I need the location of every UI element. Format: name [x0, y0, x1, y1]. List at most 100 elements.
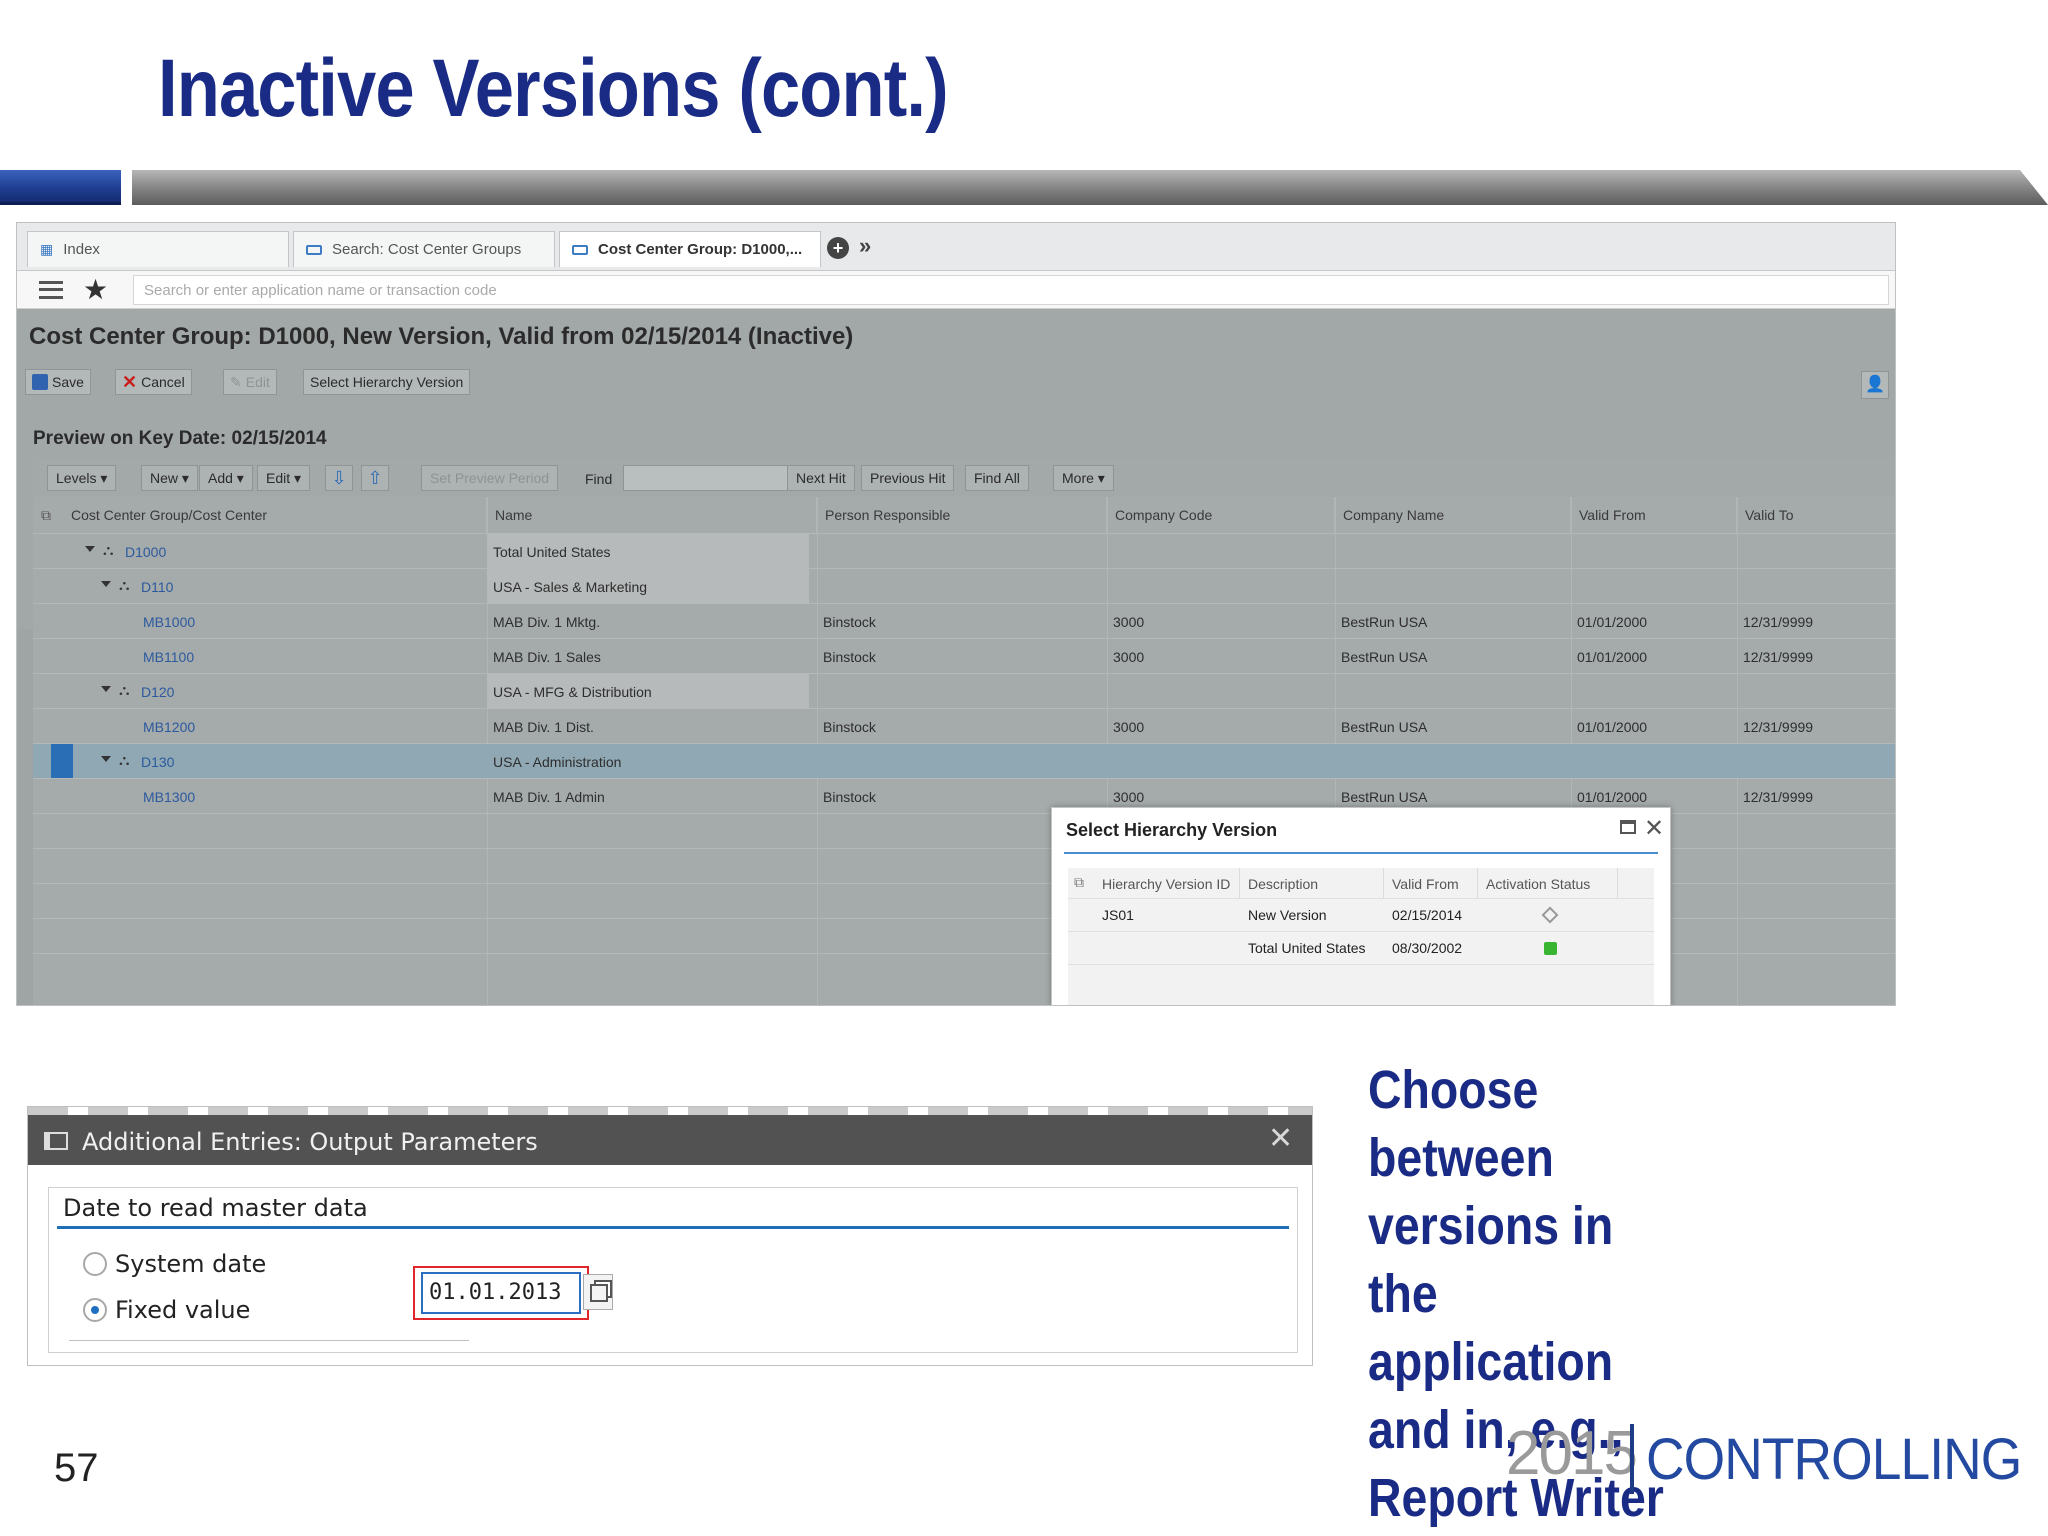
command-field[interactable]: Search or enter application name or tran… — [133, 275, 1889, 305]
add-tab-icon[interactable]: + — [827, 237, 849, 259]
system-date-radio[interactable] — [83, 1252, 107, 1276]
add-button[interactable]: Add ▾ — [199, 465, 253, 491]
collapse-icon[interactable] — [101, 581, 111, 587]
move-up-icon[interactable]: ⇧ — [361, 465, 389, 491]
person-icon[interactable]: 👤 — [1861, 371, 1889, 399]
cell-id[interactable]: MB1200 — [143, 709, 195, 744]
column-header[interactable]: Valid To — [1737, 497, 1895, 533]
set-preview-period-button[interactable]: Set Preview Period — [421, 465, 559, 491]
select-hierarchy-version-dialog: Select Hierarchy Version ✕ ⧉ Hierarchy V… — [1051, 807, 1671, 1005]
tab-search-cost-center-groups[interactable]: Search: Cost Center Groups — [293, 231, 555, 267]
edit-button[interactable]: ✎ Edit — [223, 369, 277, 395]
column-header[interactable]: Person Responsible — [817, 497, 1107, 533]
fixed-date-input[interactable]: 01.01.2013 — [421, 1272, 581, 1314]
column-header[interactable]: Company Name — [1335, 497, 1571, 533]
app-icon — [306, 244, 322, 255]
column-header[interactable]: Valid From — [1384, 868, 1478, 898]
cell-company-name: BestRun USA — [1341, 614, 1428, 630]
close-icon[interactable]: ✕ — [1268, 1121, 1293, 1156]
collapse-icon[interactable] — [85, 546, 95, 552]
cell-person: Binstock — [823, 789, 876, 805]
output-parameters-dialog: Additional Entries: Output Parameters ✕ … — [27, 1106, 1313, 1366]
table-row[interactable]: ⛬ D110 USA - Sales & Marketing — [33, 568, 1895, 604]
column-header[interactable]: Company Code — [1107, 497, 1335, 533]
column-header[interactable]: Hierarchy Version ID — [1094, 868, 1240, 898]
find-all-button[interactable]: Find All — [965, 465, 1029, 491]
active-status-icon — [1544, 942, 1557, 955]
row-selection-marker[interactable] — [51, 744, 73, 779]
cell-id[interactable]: D1000 — [125, 534, 166, 569]
column-header[interactable]: Valid From — [1571, 497, 1737, 533]
cell-company-code: 3000 — [1113, 649, 1145, 665]
table-row[interactable]: ⛬ D1000 Total United States — [33, 533, 1895, 569]
move-down-icon[interactable]: ⇩ — [325, 465, 353, 491]
dialog-title: Additional Entries: Output Parameters — [82, 1128, 538, 1156]
separator — [69, 1340, 469, 1341]
tab-index[interactable]: ▦ Index — [27, 231, 289, 267]
fixed-value-label: Fixed value — [115, 1296, 251, 1324]
cell-id[interactable]: D120 — [141, 674, 174, 709]
fiori-app-screenshot: ▦ Index Search: Cost Center Groups Cost … — [16, 222, 1896, 1006]
save-label: Save — [52, 374, 84, 390]
cell-id[interactable]: MB1300 — [143, 779, 195, 814]
collapse-icon[interactable] — [101, 756, 111, 762]
fixed-value-radio[interactable] — [83, 1298, 107, 1322]
table-row[interactable]: ⛬ D120 USA - MFG & Distribution — [33, 673, 1895, 709]
favorites-star-icon[interactable]: ★ — [83, 273, 108, 306]
cell-valid-from: 02/15/2014 — [1392, 907, 1463, 923]
dialog-titlebar: Additional Entries: Output Parameters ✕ — [28, 1115, 1312, 1165]
grid-toolbar: Levels ▾ New ▾ Add ▾ Edit ▾ ⇩ ⇧ Set Prev… — [33, 459, 1895, 497]
add-label: Add — [208, 470, 233, 486]
column-header[interactable]: Name — [487, 497, 817, 533]
table-row[interactable]: MB1100 MAB Div. 1 Sales Binstock 3000 Be… — [33, 638, 1895, 674]
cell-id[interactable]: MB1000 — [143, 604, 195, 639]
save-icon — [32, 374, 48, 390]
levels-button[interactable]: Levels ▾ — [47, 465, 117, 491]
cell-name: MAB Div. 1 Mktg. — [493, 614, 601, 630]
table-row[interactable]: MB1000 MAB Div. 1 Mktg. Binstock 3000 Be… — [33, 603, 1895, 639]
cell-description: New Version — [1248, 907, 1327, 923]
next-hit-button[interactable]: Next Hit — [787, 465, 855, 491]
empty-row — [1068, 964, 1654, 997]
save-button[interactable]: Save — [25, 369, 91, 395]
table-row[interactable]: MB1200 MAB Div. 1 Dist. Binstock 3000 Be… — [33, 708, 1895, 744]
select-all-icon[interactable]: ⧉ — [41, 507, 51, 524]
select-version-label: Select Hierarchy Version — [310, 374, 464, 390]
dialog-title-underline — [1064, 852, 1658, 854]
page-number: 57 — [54, 1446, 99, 1490]
menu-icon[interactable] — [39, 281, 63, 299]
cell-name: USA - Sales & Marketing — [487, 569, 809, 604]
table-row-selected[interactable]: ⛬ D130 USA - Administration — [33, 743, 1895, 779]
new-button[interactable]: New ▾ — [141, 465, 198, 491]
cancel-button[interactable]: ✕ Cancel — [115, 369, 192, 395]
table-row[interactable]: Total United States 08/30/2002 — [1068, 931, 1654, 964]
cell-valid-to: 12/31/9999 — [1743, 719, 1814, 735]
more-button[interactable]: More ▾ — [1053, 465, 1114, 491]
cell-name: MAB Div. 1 Sales — [493, 649, 601, 665]
select-all-icon[interactable]: ⧉ — [1074, 874, 1084, 891]
logo-wordmark: CONTROLLING — [1646, 1427, 2022, 1492]
tab-cost-center-group[interactable]: Cost Center Group: D1000,... — [559, 231, 821, 267]
cell-valid-to: 12/31/9999 — [1743, 614, 1814, 630]
grid-edit-button[interactable]: Edit ▾ — [257, 465, 311, 491]
find-input[interactable] — [623, 465, 813, 491]
previous-hit-button[interactable]: Previous Hit — [861, 465, 955, 491]
cell-valid-to: 12/31/9999 — [1743, 789, 1814, 805]
header-bar-accent — [0, 170, 121, 205]
cell-id[interactable]: MB1100 — [143, 639, 194, 674]
column-header[interactable]: Cost Center Group/Cost Center — [63, 497, 487, 533]
maximize-icon[interactable] — [1620, 820, 1636, 834]
app-icon — [572, 244, 588, 255]
collapse-icon[interactable] — [101, 686, 111, 692]
value-help-icon[interactable] — [583, 1274, 613, 1310]
column-header[interactable]: Activation Status — [1478, 868, 1618, 898]
column-header[interactable]: Description — [1240, 868, 1384, 898]
table-row[interactable]: JS01 New Version 02/15/2014 — [1068, 898, 1654, 931]
close-icon[interactable]: ✕ — [1644, 814, 1664, 843]
cell-id[interactable]: D130 — [141, 744, 174, 779]
tab-label: Search: Cost Center Groups — [332, 241, 522, 258]
more-tabs-icon[interactable]: » — [859, 233, 871, 259]
logo-year: 2015 — [1506, 1419, 1638, 1488]
cell-id[interactable]: D110 — [141, 569, 173, 604]
select-hierarchy-version-button[interactable]: Select Hierarchy Version — [303, 369, 471, 395]
